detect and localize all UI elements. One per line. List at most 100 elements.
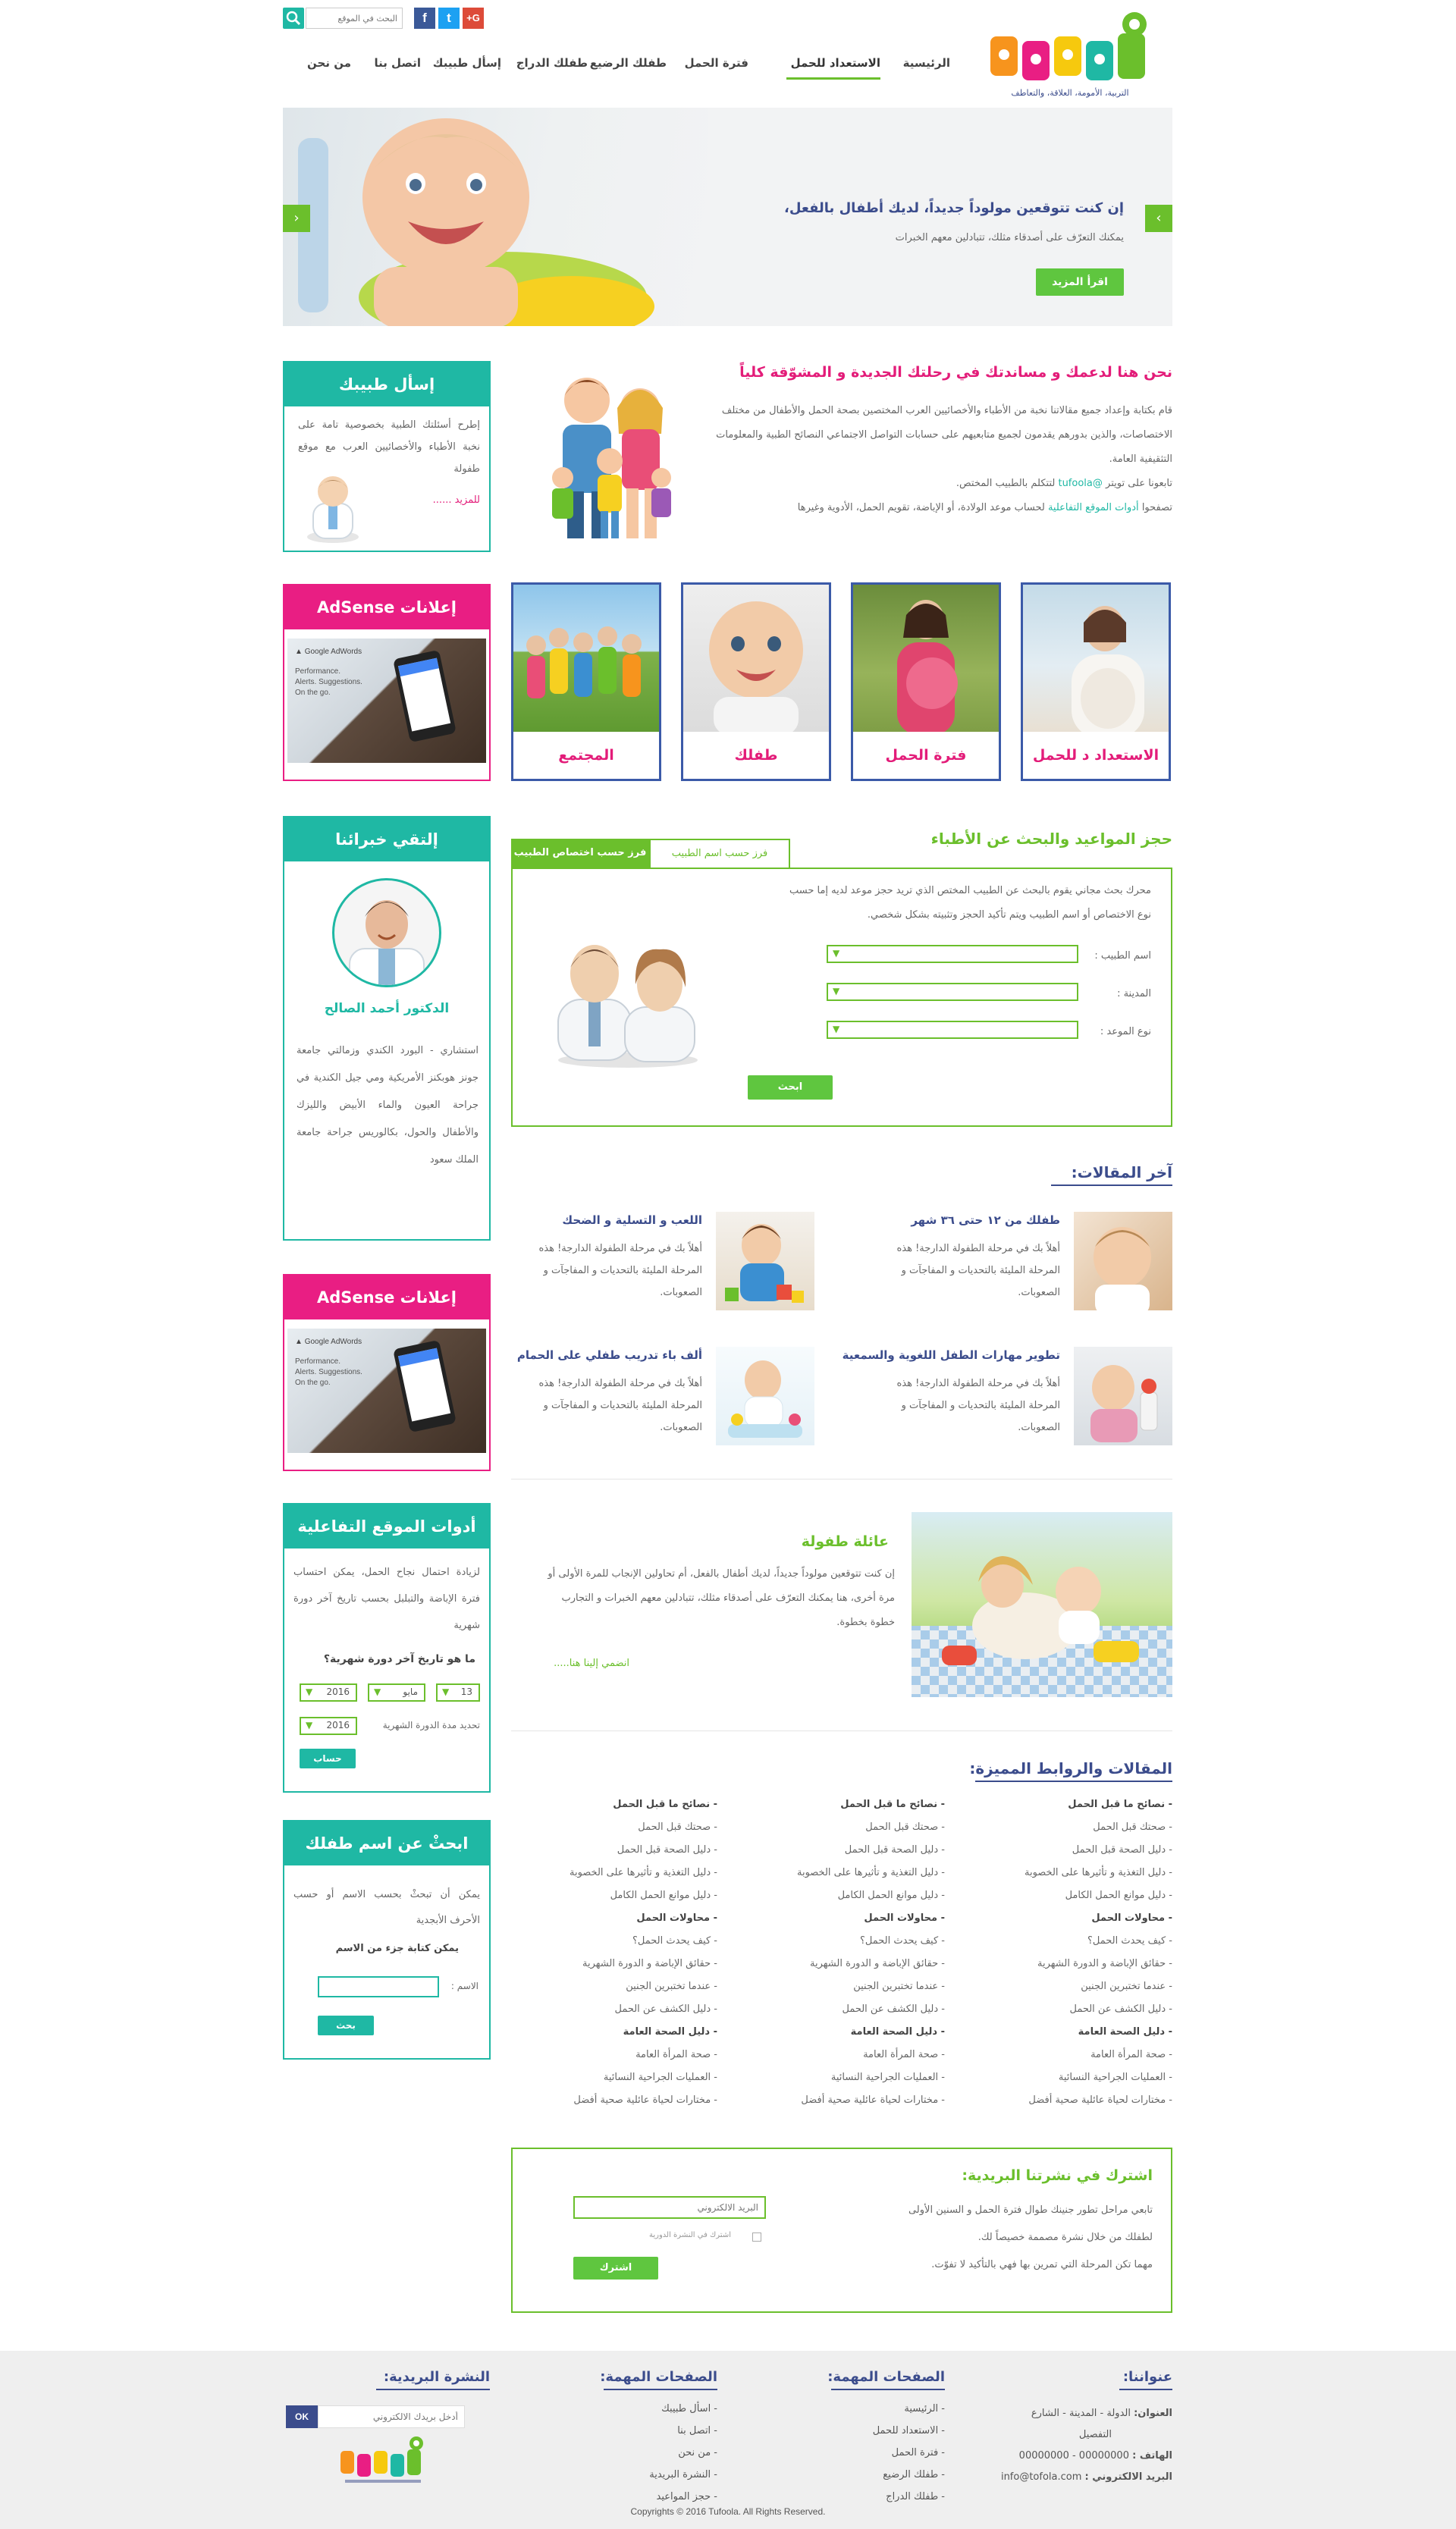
tab-by-name[interactable]: فرز حسب اسم الطبيب — [649, 839, 790, 868]
link-group-heading[interactable]: - محاولات الحمل — [763, 1907, 945, 1930]
name-search-button[interactable]: بحث — [318, 2016, 374, 2035]
link-group-heading[interactable]: - نصائح ما قبل الحمل — [990, 1793, 1172, 1816]
cycle-select[interactable]: ▼ 2016 — [300, 1717, 357, 1735]
search-bar[interactable] — [283, 8, 403, 29]
category-card-pregnancy-prep[interactable]: الاستعداد د للحمل — [1021, 582, 1171, 781]
featured-link[interactable]: - دليل موانع الحمل الكامل — [763, 1884, 945, 1907]
link-group-heading[interactable]: - دليل الصحة العامة — [535, 2021, 717, 2044]
nav-pregnancy-prep[interactable]: الاستعداد للحمل — [791, 56, 880, 70]
featured-link[interactable]: - صحتك قبل الحمل — [990, 1816, 1172, 1839]
article-2-title[interactable]: اللعب و التسلية و الضحك — [562, 1213, 702, 1227]
featured-link[interactable]: - دليل موانع الحمل الكامل — [535, 1884, 717, 1907]
featured-link[interactable]: - حقائق الإباضة و الدورة الشهرية — [990, 1953, 1172, 1975]
article-4[interactable]: ألف باء تدريب طفلي على الحمام أهلاً بك ف… — [511, 1347, 814, 1445]
featured-link[interactable]: - العمليات الجراحية النسائية — [990, 2066, 1172, 2089]
twitter-link[interactable]: tufoola@ — [1058, 478, 1102, 489]
family-join-link[interactable]: انضمي إلينا هنا..... — [554, 1658, 629, 1669]
footer-link[interactable]: - حجز المواعيد — [649, 2486, 717, 2508]
featured-link[interactable]: - مختارات لحياة عائلية صحية أفضل — [535, 2089, 717, 2112]
newsletter-email-input[interactable] — [573, 2196, 766, 2219]
hero-read-more-button[interactable]: اقرأ المزيد — [1036, 268, 1124, 296]
featured-link[interactable]: - كيف يحدث الحمل؟ — [535, 1930, 717, 1953]
footer-email-input[interactable] — [318, 2405, 465, 2428]
nav-contact[interactable]: اتصل بنا — [374, 56, 421, 70]
footer-link[interactable]: - اسأل طبيبك — [649, 2398, 717, 2420]
featured-link[interactable]: - عندما تختبرين الجنين — [990, 1975, 1172, 1998]
featured-link[interactable]: - دليل موانع الحمل الكامل — [990, 1884, 1172, 1907]
footer-link[interactable]: - الرئيسية — [873, 2398, 945, 2420]
year-select[interactable]: ▼ 2016 — [300, 1683, 357, 1702]
ad-box-2-image[interactable]: ▲ Google AdWords Performance. Alerts. Su… — [287, 1329, 486, 1453]
tools-link[interactable]: أدوات الموقع التفاعلية — [1048, 502, 1139, 513]
footer-link[interactable]: - الاستعداد للحمل — [873, 2420, 945, 2442]
search-input[interactable] — [306, 8, 403, 29]
featured-link[interactable]: - صحتك قبل الحمل — [535, 1816, 717, 1839]
article-3-title[interactable]: تطوير مهارات الطفل اللغوية والسمعية — [843, 1348, 1060, 1362]
featured-link[interactable]: - كيف يحدث الحمل؟ — [990, 1930, 1172, 1953]
twitter-icon[interactable]: t — [438, 8, 460, 29]
featured-link[interactable]: - دليل الكشف عن الحمل — [990, 1998, 1172, 2021]
google-plus-icon[interactable]: G+ — [463, 8, 484, 29]
calculate-button[interactable]: حساب — [300, 1749, 356, 1768]
link-group-heading[interactable]: - نصائح ما قبل الحمل — [763, 1793, 945, 1816]
link-group-heading[interactable]: - دليل الصحة العامة — [990, 2021, 1172, 2044]
featured-link[interactable]: - العمليات الجراحية النسائية — [535, 2066, 717, 2089]
name-input[interactable] — [318, 1976, 439, 1997]
city-select[interactable]: ▼ — [827, 983, 1078, 1001]
featured-link[interactable]: - كيف يحدث الحمل؟ — [763, 1930, 945, 1953]
nav-ask-doctor[interactable]: إسأل طبيبك — [433, 56, 501, 70]
hero-prev-arrow[interactable]: ‹ — [283, 205, 310, 232]
featured-link[interactable]: - حقائق الإباضة و الدورة الشهرية — [763, 1953, 945, 1975]
search-button[interactable] — [283, 8, 304, 29]
footer-link[interactable]: - اتصل بنا — [649, 2420, 717, 2442]
nav-home[interactable]: الرئيسية — [903, 56, 950, 70]
footer-link[interactable]: - النشرة البريدية — [649, 2464, 717, 2486]
featured-link[interactable]: - دليل الصحة قبل الحمل — [535, 1839, 717, 1862]
featured-link[interactable]: - عندما تختبرين الجنين — [763, 1975, 945, 1998]
featured-link[interactable]: - صحة المرأة العامة — [535, 2044, 717, 2066]
nav-pregnancy[interactable]: فترة الحمل — [685, 56, 748, 70]
footer-link[interactable]: - طفلك الدراج — [873, 2486, 945, 2508]
facebook-icon[interactable]: f — [414, 8, 435, 29]
featured-link[interactable]: - عندما تختبرين الجنين — [535, 1975, 717, 1998]
nav-infant[interactable]: طفلك الرضيع — [590, 56, 667, 70]
featured-link[interactable]: - حقائق الإباضة و الدورة الشهرية — [535, 1953, 717, 1975]
article-4-title[interactable]: ألف باء تدريب طفلي على الحمام — [517, 1348, 702, 1362]
tab-by-specialty[interactable]: فرز حسب اختصاص الطبيب — [511, 839, 649, 868]
appointment-type-select[interactable]: ▼ — [827, 1021, 1078, 1039]
featured-link[interactable]: - دليل التغذية و تأثيرها على الخصوبة — [990, 1862, 1172, 1884]
footer-link[interactable]: - فترة الحمل — [873, 2442, 945, 2464]
article-1[interactable]: طفلك من ١٢ حتى ٣٦ شهر أهلاً بك في مرحلة … — [846, 1212, 1172, 1315]
ask-doctor-more-link[interactable]: للمزيد ...... — [433, 494, 480, 506]
footer-link[interactable]: - طفلك الرضيع — [873, 2464, 945, 2486]
featured-link[interactable]: - دليل التغذية و تأثيرها على الخصوبة — [763, 1862, 945, 1884]
featured-link[interactable]: - دليل الكشف عن الحمل — [535, 1998, 717, 2021]
nav-toddler[interactable]: طفلك الدراج — [516, 56, 588, 70]
featured-link[interactable]: - دليل الصحة قبل الحمل — [763, 1839, 945, 1862]
ad-box-1-image[interactable]: ▲ Google AdWords Performance. Alerts. Su… — [287, 639, 486, 763]
booking-search-button[interactable]: ابحث — [748, 1075, 833, 1100]
nav-about[interactable]: من نحن — [307, 56, 351, 70]
hero-next-arrow[interactable]: › — [1145, 205, 1172, 232]
category-card-community[interactable]: المجتمع — [511, 582, 661, 781]
featured-link[interactable]: - صحتك قبل الحمل — [763, 1816, 945, 1839]
day-select[interactable]: ▼ 13 — [436, 1683, 480, 1702]
category-card-pregnancy[interactable]: فترة الحمل — [851, 582, 1001, 781]
link-group-heading[interactable]: - محاولات الحمل — [535, 1907, 717, 1930]
featured-link[interactable]: - صحة المرأة العامة — [990, 2044, 1172, 2066]
featured-link[interactable]: - دليل الصحة قبل الحمل — [990, 1839, 1172, 1862]
category-card-baby[interactable]: طفلك — [681, 582, 831, 781]
featured-link[interactable]: - صحة المرأة العامة — [763, 2044, 945, 2066]
featured-link[interactable]: - مختارات لحياة عائلية صحية أفضل — [990, 2089, 1172, 2112]
logo[interactable]: التربية، الأمومة، العلاقة، والتعاطف — [983, 11, 1157, 105]
link-group-heading[interactable]: - محاولات الحمل — [990, 1907, 1172, 1930]
footer-ok-button[interactable]: OK — [286, 2405, 318, 2428]
article-1-title[interactable]: طفلك من ١٢ حتى ٣٦ شهر — [911, 1213, 1060, 1227]
link-group-heading[interactable]: - نصائح ما قبل الحمل — [535, 1793, 717, 1816]
month-select[interactable]: ▼ مايو — [368, 1683, 425, 1702]
article-2[interactable]: اللعب و التسلية و الضحك أهلاً بك في مرحل… — [511, 1212, 814, 1310]
article-3[interactable]: تطوير مهارات الطفل اللغوية والسمعية أهلا… — [843, 1347, 1172, 1445]
doctor-select[interactable]: ▼ — [827, 945, 1078, 963]
footer-logo[interactable] — [337, 2436, 431, 2486]
featured-link[interactable]: - دليل الكشف عن الحمل — [763, 1998, 945, 2021]
